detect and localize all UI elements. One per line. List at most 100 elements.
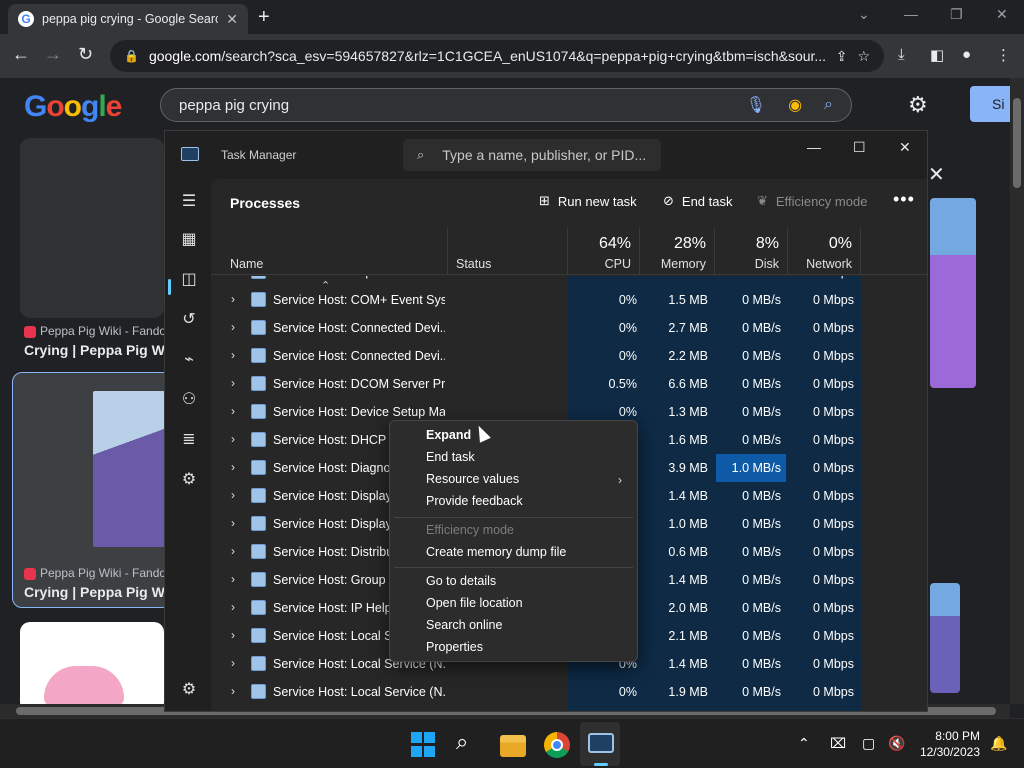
bookmark-star-icon[interactable]: ☆ [857, 48, 870, 65]
tm-close-button[interactable]: ✕ [899, 139, 911, 156]
expand-chevron-icon[interactable]: › [231, 656, 235, 670]
search-query[interactable]: peppa pig crying [179, 97, 724, 114]
column-network[interactable]: 0% Network [788, 227, 861, 275]
expand-chevron-icon[interactable]: › [231, 404, 235, 418]
expand-chevron-icon[interactable]: › [231, 544, 235, 558]
menu-properties[interactable]: Properties [426, 640, 483, 654]
reload-button[interactable]: ↻ [78, 44, 93, 65]
expand-chevron-icon[interactable]: › [231, 376, 235, 390]
column-name[interactable]: Name [211, 227, 448, 275]
expand-chevron-icon[interactable]: › [231, 320, 235, 334]
process-row[interactable]: › Service Host: Connected Devi... 0% 2.7 MB… [211, 314, 927, 342]
expand-chevron-icon[interactable]: › [231, 276, 235, 278]
expand-chevron-icon[interactable]: › [231, 348, 235, 362]
volume-muted-icon[interactable]: 🔇 [888, 735, 905, 752]
tm-maximize-button[interactable]: ☐ [853, 139, 866, 156]
file-explorer-icon[interactable] [500, 735, 526, 757]
google-search-box[interactable]: peppa pig crying 🎙 ◉ ⌕ [160, 88, 852, 122]
process-row[interactable]: › Service Host: Clipboard User S... 0% 1.5 … [211, 276, 927, 286]
efficiency-mode-button[interactable]: ❦ Efficiency mode [757, 193, 867, 209]
expand-chevron-icon[interactable]: › [231, 684, 235, 698]
nav-processes-icon[interactable]: ▦ [179, 229, 199, 249]
side-panel-icon[interactable]: ◧ [930, 46, 944, 64]
menu-expand[interactable]: Expand [426, 428, 471, 442]
google-logo[interactable]: Google [24, 90, 122, 124]
menu-efficiency-mode[interactable]: Efficiency mode [426, 523, 514, 537]
more-options-icon[interactable]: ••• [893, 189, 915, 210]
settings-gear-icon[interactable]: ⚙ [908, 92, 928, 118]
menu-open-file-location[interactable]: Open file location [426, 596, 523, 610]
expand-chevron-icon[interactable]: › [231, 432, 235, 446]
menu-search-online[interactable]: Search online [426, 618, 502, 632]
expand-chevron-icon[interactable]: › [231, 572, 235, 586]
nav-startup-apps-icon[interactable]: ⌁ [179, 349, 199, 369]
image-result-card[interactable] [20, 138, 164, 318]
restore-button[interactable]: ❐ [950, 6, 963, 23]
result-title[interactable]: Crying | Peppa Pig Wik [24, 342, 176, 358]
process-row[interactable]: › Service Host: Local Service (N... 0% 1.9 … [211, 678, 927, 706]
task-manager-taskbar-icon[interactable] [588, 733, 614, 753]
expand-chevron-icon[interactable]: › [231, 628, 235, 642]
system-clock[interactable]: 8:00 PM 12/30/2023 [914, 728, 980, 760]
start-button-windows-icon[interactable] [411, 732, 437, 758]
expand-chevron-icon[interactable]: › [231, 460, 235, 474]
image-result-card[interactable] [20, 622, 164, 712]
address-bar[interactable]: 🔒 google.com/search?sca_esv=594657827&rl… [110, 40, 884, 72]
process-row[interactable]: › Service Host: DCOM Server Pr... 0.5% 6.6 … [211, 370, 927, 398]
menu-kebab-icon[interactable]: ⋮ [996, 46, 1011, 64]
tab-close-icon[interactable]: ✕ [226, 11, 238, 28]
preview-image[interactable] [930, 583, 960, 693]
download-icon[interactable]: ⤓ [898, 46, 905, 63]
column-memory[interactable]: 28% Memory [640, 227, 715, 275]
expand-chevron-icon[interactable]: › [231, 516, 235, 530]
column-cpu[interactable]: 64% CPU [568, 227, 640, 275]
browser-tab[interactable]: G peppa pig crying - Google Search ✕ [8, 4, 248, 34]
process-row[interactable]: › Service Host: Connected Devi... 0% 2.2 MB… [211, 342, 927, 370]
forward-button[interactable]: → [44, 44, 62, 65]
chrome-icon[interactable] [544, 732, 570, 758]
network-icon[interactable]: ▢ [862, 735, 875, 752]
nav-settings-icon[interactable]: ⚙ [179, 679, 199, 699]
expand-chevron-icon[interactable]: › [231, 600, 235, 614]
preview-image[interactable] [930, 198, 976, 388]
nav-users-icon[interactable]: ⚇ [179, 389, 199, 409]
expand-chevron-icon[interactable]: › [231, 292, 235, 306]
nav-details-icon[interactable]: ≣ [179, 429, 199, 449]
menu-end-task[interactable]: End task [426, 450, 475, 464]
end-task-button[interactable]: ⊘ End task [663, 193, 733, 209]
menu-provide-feedback[interactable]: Provide feedback [426, 494, 523, 508]
menu-create-memory-dump[interactable]: Create memory dump file [426, 545, 566, 559]
hamburger-menu-icon[interactable]: ☰ [179, 191, 199, 211]
nav-performance-icon[interactable]: ◫ [179, 269, 199, 289]
search-icon[interactable]: ⌕ [824, 96, 833, 114]
back-button[interactable]: ← [12, 44, 30, 65]
close-window-button[interactable]: ✕ [996, 6, 1008, 23]
menu-resource-values[interactable]: Resource values [426, 472, 519, 486]
taskbar-search-icon[interactable]: ⌕ [456, 729, 482, 755]
process-row[interactable]: › Service Host: COM+ Event Sys... 0% 1.5 MB… [211, 286, 927, 314]
tab-search-chevron-icon[interactable]: ⌄ [858, 6, 870, 23]
tm-minimize-button[interactable]: — [807, 139, 821, 155]
expand-chevron-icon[interactable]: › [231, 488, 235, 502]
minimize-button[interactable]: — [904, 6, 918, 22]
task-manager-titlebar[interactable]: Task Manager ⌕ Type a name, publisher, o… [165, 131, 927, 179]
nav-app-history-icon[interactable]: ↺ [179, 309, 199, 329]
lens-icon[interactable]: ◉ [788, 95, 802, 115]
menu-go-to-details[interactable]: Go to details [426, 574, 496, 588]
column-status[interactable]: Status [448, 227, 568, 275]
page-vertical-scrollbar[interactable] [1010, 78, 1024, 704]
column-disk[interactable]: 8% Disk [715, 227, 788, 275]
mic-icon[interactable]: 🎙 [746, 95, 766, 115]
nav-services-icon[interactable]: ⚙ [179, 469, 199, 489]
lock-icon[interactable]: 🔒 [124, 49, 139, 63]
share-icon[interactable]: ⇪ [836, 48, 848, 65]
process-search-input[interactable]: ⌕ Type a name, publisher, or PID... [403, 139, 661, 171]
tray-app-icon[interactable]: ⌧ [830, 735, 846, 752]
new-tab-button[interactable]: + [258, 6, 270, 29]
notification-bell-icon[interactable]: 🔔 [990, 735, 1007, 752]
tray-chevron-up-icon[interactable]: ⌃ [798, 735, 810, 752]
result-title[interactable]: Crying | Peppa Pig Wik [24, 584, 176, 600]
preview-close-icon[interactable]: ✕ [928, 162, 945, 187]
run-new-task-button[interactable]: ⊞ Run new task [539, 193, 637, 209]
profile-icon[interactable]: ● [962, 46, 971, 63]
